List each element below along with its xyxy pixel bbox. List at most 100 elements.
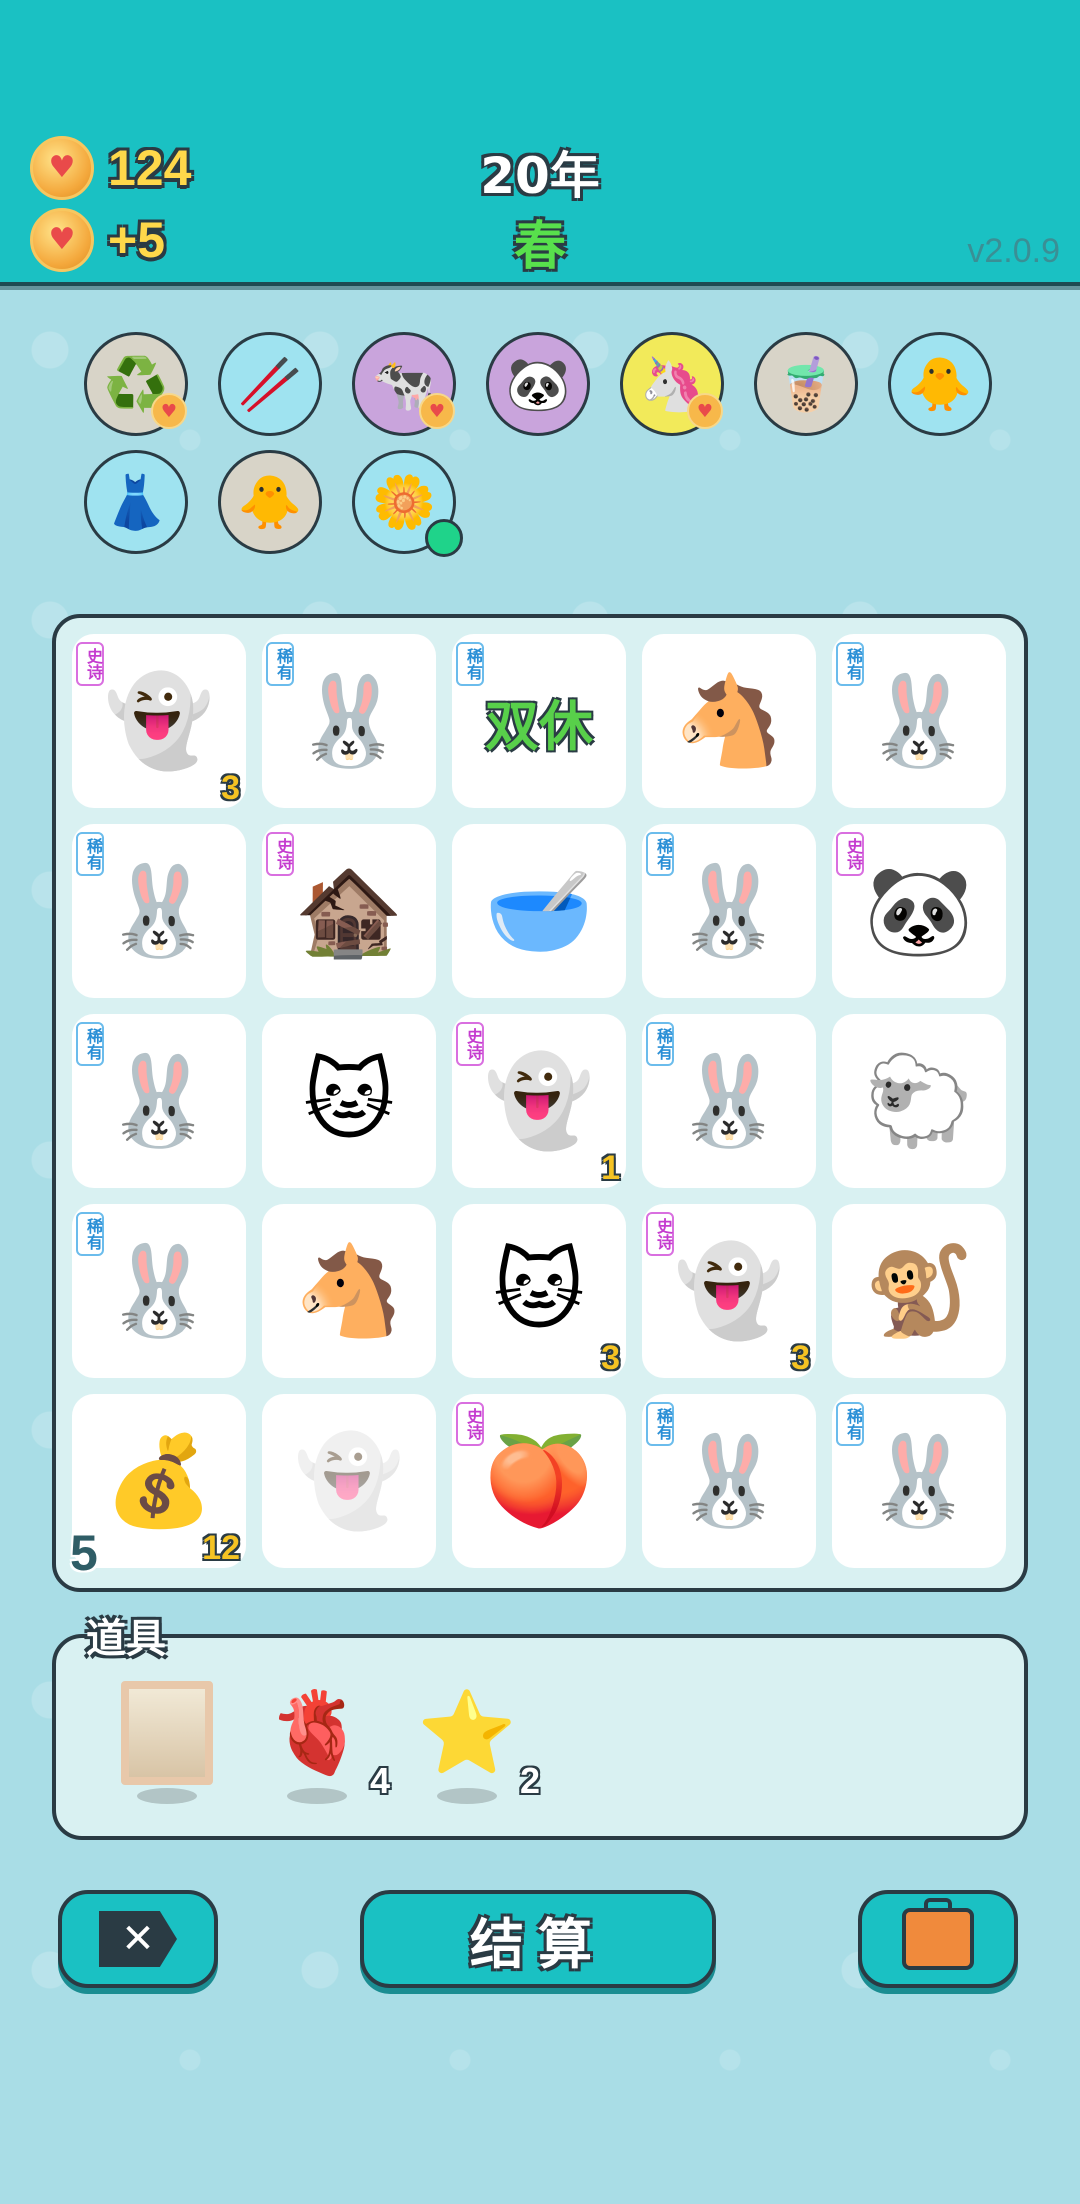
- flower-pot-icon: 🌼: [371, 472, 437, 533]
- tile-monkey[interactable]: 🐒: [832, 1204, 1006, 1378]
- ghost-icon: 👻: [104, 669, 214, 772]
- items-title: 道具: [86, 1616, 166, 1662]
- rarity-tag-rare: 稀有: [456, 642, 484, 686]
- heart-badge-icon: ♥: [151, 393, 187, 429]
- version-label: v2.0.9: [967, 232, 1060, 270]
- item-blank-frame[interactable]: [112, 1668, 222, 1804]
- buff-flower-pot[interactable]: 🌼: [352, 450, 463, 557]
- heart-badge-icon: ♥: [419, 393, 455, 429]
- item-shadow: [287, 1788, 347, 1804]
- rabbit-icon: 🐰: [674, 859, 784, 962]
- ghost-faded-icon: 👻: [294, 1429, 404, 1532]
- tile-rabbit[interactable]: 🐰 稀有: [832, 634, 1006, 808]
- items-panel: 🫀 4 ⭐ 2: [52, 1634, 1028, 1840]
- tile-bowl[interactable]: 🥣: [452, 824, 626, 998]
- tile-rabbit[interactable]: 🐰 稀有: [832, 1394, 1006, 1568]
- buff-chick-egg[interactable]: 🐥: [888, 332, 992, 436]
- rarity-tag-rare: 稀有: [646, 1022, 674, 1066]
- rarity-tag-rare: 稀有: [836, 1402, 864, 1446]
- tile-ghost-faded[interactable]: 👻: [262, 1394, 436, 1568]
- sheep-icon: 🐑: [864, 1049, 974, 1152]
- active-dot-icon: [425, 519, 463, 557]
- panda-icon: 🐼: [505, 354, 571, 415]
- tile-word: 双休: [485, 694, 593, 758]
- year-label: 20年: [480, 147, 600, 205]
- cat-icon: 🐱: [303, 1049, 395, 1152]
- rarity-tag-rare: 稀有: [76, 1022, 104, 1066]
- rarity-tag-rare: 稀有: [266, 642, 294, 686]
- item-count: 2: [519, 1760, 540, 1801]
- tile-sheep[interactable]: 🐑: [832, 1014, 1006, 1188]
- season-label: 春: [513, 217, 566, 277]
- tile-rabbit[interactable]: 🐰 稀有: [262, 634, 436, 808]
- ghost-icon: 👻: [674, 1239, 784, 1342]
- chick-egg-2-icon: 🐥: [237, 472, 303, 533]
- cow-icon: 🐴: [674, 669, 784, 772]
- rarity-tag-epic: 史诗: [836, 832, 864, 876]
- rabbit-icon: 🐰: [864, 1429, 974, 1532]
- rarity-tag-rare: 稀有: [76, 1212, 104, 1256]
- rabbit-icon: 🐰: [104, 859, 214, 962]
- panda-icon: 🐼: [864, 859, 974, 962]
- bubble-tea-icon: 🧋: [773, 354, 839, 415]
- rarity-tag-epic: 史诗: [456, 1402, 484, 1446]
- tile-panda[interactable]: 🐼 史诗: [832, 824, 1006, 998]
- buff-chopsticks[interactable]: 🥢: [218, 332, 322, 436]
- rarity-tag-rare: 稀有: [646, 1402, 674, 1446]
- tile-rabbit[interactable]: 🐰 稀有: [642, 824, 816, 998]
- tile-cow[interactable]: 🐴: [262, 1204, 436, 1378]
- tile-rabbit[interactable]: 🐰 稀有: [72, 1204, 246, 1378]
- buff-bubble-tea[interactable]: 🧋: [754, 332, 858, 436]
- haunted-house-icon: 🏚️: [294, 859, 404, 962]
- header-divider: [0, 286, 1080, 290]
- tile-haunted-house[interactable]: 🏚️ 史诗: [262, 824, 436, 998]
- star-icon: ⭐: [417, 1686, 517, 1779]
- top-bar: ♥ 124 ♥ +5 20年 春 v2.0.9: [0, 0, 1080, 286]
- rarity-tag-epic: 史诗: [456, 1022, 484, 1066]
- buff-chick-egg-2[interactable]: 🐥: [218, 450, 322, 554]
- item-liver[interactable]: 🫀 4: [262, 1668, 390, 1804]
- tile-rabbit[interactable]: 🐰 稀有: [642, 1014, 816, 1188]
- buff-panda[interactable]: 🐼: [486, 332, 590, 436]
- item-count: 4: [369, 1760, 390, 1801]
- tile-cat[interactable]: 🐱: [262, 1014, 436, 1188]
- tile-rabbit[interactable]: 🐰 稀有: [72, 824, 246, 998]
- buff-refresh[interactable]: ♻️ ♥: [84, 332, 188, 436]
- chopsticks-icon: 🥢: [237, 354, 303, 415]
- buff-unicorn[interactable]: 🦄 ♥: [620, 332, 724, 436]
- tile-count: 3: [601, 1339, 620, 1377]
- tile-cow[interactable]: 🐴: [642, 634, 816, 808]
- chick-egg-icon: 🐥: [907, 354, 973, 415]
- tile-count: 12: [202, 1529, 240, 1567]
- tile-cat[interactable]: 🐱 3: [452, 1204, 626, 1378]
- tile-peach[interactable]: 🍑 史诗: [452, 1394, 626, 1568]
- tile-rabbit[interactable]: 🐰 稀有: [642, 1394, 816, 1568]
- blank-frame-icon: [121, 1681, 213, 1785]
- coin-safe-icon: 💰: [104, 1429, 214, 1532]
- briefcase-icon: [902, 1898, 974, 1970]
- rarity-tag-epic: 史诗: [76, 642, 104, 686]
- tile-ghost[interactable]: 👻 史诗 3: [642, 1204, 816, 1378]
- settle-button[interactable]: 结算: [360, 1890, 716, 1988]
- tile-rabbit[interactable]: 🐰 稀有: [72, 1014, 246, 1188]
- rarity-tag-rare: 稀有: [836, 642, 864, 686]
- rarity-tag-epic: 史诗: [266, 832, 294, 876]
- bag-button[interactable]: [858, 1890, 1018, 1988]
- rabbit-icon: 🐰: [104, 1049, 214, 1152]
- rabbit-icon: 🐰: [864, 669, 974, 772]
- tile-count: 3: [791, 1339, 810, 1377]
- buff-cow-pair[interactable]: 🐄 ♥: [352, 332, 456, 436]
- liver-icon: 🫀: [267, 1686, 367, 1779]
- item-star[interactable]: ⭐ 2: [412, 1668, 540, 1804]
- bowl-icon: 🥣: [484, 859, 594, 962]
- rabbit-icon: 🐰: [674, 1049, 784, 1152]
- rarity-tag-epic: 史诗: [646, 1212, 674, 1256]
- tile-coin-safe[interactable]: 💰 12 5: [70, 1394, 246, 1581]
- tile-double-rest[interactable]: 双休 稀有: [452, 634, 626, 808]
- tile-ghost[interactable]: 👻 史诗 3: [72, 634, 246, 808]
- ghost-icon: 👻: [484, 1049, 594, 1152]
- delete-button[interactable]: ✕: [58, 1890, 218, 1988]
- tile-count: 1: [601, 1149, 620, 1187]
- tile-ghost[interactable]: 👻 史诗 1: [452, 1014, 626, 1188]
- buff-skirt[interactable]: 👗: [84, 450, 188, 554]
